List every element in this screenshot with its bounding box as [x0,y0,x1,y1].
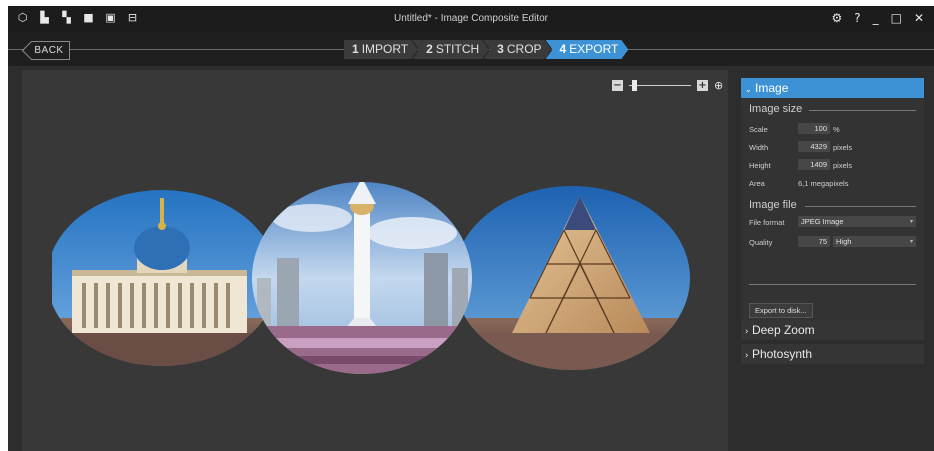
divider [749,284,916,285]
tab-export[interactable]: 4 EXPORT [546,40,629,59]
width-input[interactable]: 4329 [798,141,830,152]
file-format-label: File format [749,218,785,227]
image-file-title: Image file [749,199,797,211]
area-value: 6,1 megapixels [798,179,849,188]
photosynth-section-header[interactable]: › Photosynth [741,344,924,364]
height-label: Height [749,161,771,170]
preview-canvas[interactable]: − + ⊕ [22,70,728,451]
quality-input[interactable]: 75 [798,236,830,247]
minimize-icon[interactable]: _ [873,10,879,26]
tab-crop[interactable]: 3 CROP [483,40,551,59]
divider [809,110,916,111]
image-section-body: Image size Scale 100 % Width 4329 pixels… [741,98,924,320]
chevron-right-icon: › [745,327,749,337]
settings-icon[interactable]: ⚙ [831,10,842,26]
panorama-frame-center [252,182,472,374]
scale-label: Scale [749,125,768,134]
scale-unit: % [833,125,840,134]
step-tabs: 1 IMPORT 2 STITCH 3 CROP 4 EXPORT [344,40,628,59]
zoom-in-button[interactable]: + [697,79,708,91]
deep-zoom-section-header[interactable]: › Deep Zoom [741,320,924,340]
chevron-down-icon: ▾ [909,238,913,245]
height-unit: pixels [833,161,853,170]
chevron-down-icon: ▾ [909,218,913,225]
step-navigation: BACK 1 IMPORT 2 STITCH 3 CROP 4 EXPORT [8,32,934,66]
app-window: ⬡ ▙ ▚ ■ ▣ ⊟ Untitled* - Image Composite … [8,6,934,451]
window-title: Untitled* - Image Composite Editor [394,13,548,24]
divider [805,206,916,207]
chevron-down-icon: ⌄ [745,85,752,94]
zoom-slider[interactable] [629,79,691,91]
export-panel: ⌄ Image Image size Scale 100 % Width 432… [741,70,934,451]
tab-import[interactable]: 1 IMPORT [344,40,418,59]
quality-label: Quality [749,238,773,247]
chevron-right-icon: › [745,351,749,361]
title-bar: ⬡ ▙ ▚ ■ ▣ ⊟ Untitled* - Image Composite … [8,6,934,32]
panorama-preview [52,182,690,374]
area-label: Area [749,179,765,188]
scale-input[interactable]: 100 [798,123,830,134]
fit-to-window-icon[interactable]: ⊕ [714,79,723,92]
export-to-disk-button[interactable]: Export to disk... [749,303,813,318]
close-icon[interactable]: ✕ [914,10,924,26]
zoom-controls: − + ⊕ [612,77,723,93]
quality-select[interactable]: High ▾ [833,236,916,247]
back-button[interactable]: BACK [22,41,70,60]
height-input[interactable]: 1409 [798,159,830,170]
tab-stitch[interactable]: 2 STITCH [412,40,489,59]
panorama-frame-right [454,186,690,370]
width-label: Width [749,143,769,152]
help-icon[interactable]: ? [854,10,860,26]
panorama-frame-left [52,190,277,366]
width-unit: pixels [833,143,853,152]
file-format-select[interactable]: JPEG Image ▾ [798,216,916,227]
maximize-icon[interactable]: □ [891,10,902,26]
image-section-header[interactable]: ⌄ Image [741,78,924,98]
image-size-title: Image size [749,103,803,115]
zoom-slider-thumb[interactable] [632,79,637,91]
zoom-out-button[interactable]: − [612,79,623,91]
